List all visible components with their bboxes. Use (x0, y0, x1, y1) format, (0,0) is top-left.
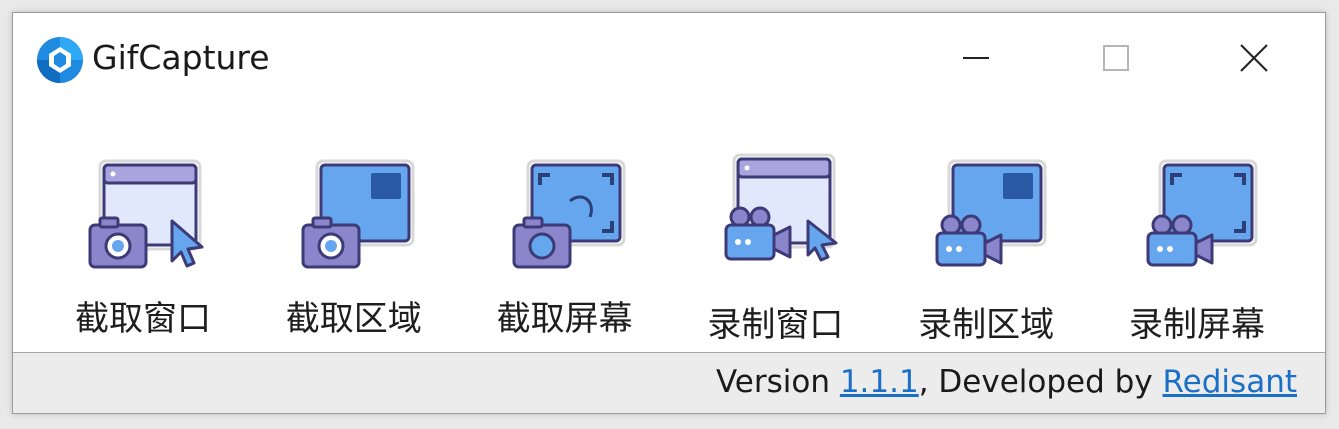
maximize-button[interactable] (1071, 23, 1161, 93)
gifcapture-logo-icon (37, 37, 83, 83)
maximize-icon (1103, 45, 1129, 71)
record-window-button[interactable]: 录制窗口 (685, 151, 865, 351)
minimize-button[interactable] (931, 23, 1021, 93)
capture-screen-button[interactable]: 截取屏幕 (475, 151, 655, 351)
capture-screen-icon (512, 159, 626, 269)
capture-window-icon (88, 159, 204, 269)
tool-label: 录制区域 (918, 305, 1055, 345)
close-icon (1240, 44, 1268, 72)
developer-link[interactable]: Redisant (1163, 364, 1297, 400)
capture-region-icon (301, 159, 415, 269)
close-button[interactable] (1209, 23, 1299, 93)
capture-toolbar: 截取窗口 截取区域 截取屏幕 录制窗口 录制区域 录制屏幕 (53, 151, 1287, 351)
window-title: GifCapture (92, 38, 270, 77)
title-bar[interactable]: GifCapture (13, 13, 1325, 103)
status-bar: Version 1.1.1, Developed by Redisant (13, 352, 1325, 413)
record-region-icon (935, 159, 1047, 267)
version-info: Version 1.1.1, Developed by Redisant (716, 364, 1297, 400)
capture-window-button[interactable]: 截取窗口 (53, 151, 233, 351)
record-region-button[interactable]: 录制区域 (896, 151, 1076, 351)
tool-label: 截取区域 (285, 299, 422, 339)
minimize-icon (963, 57, 989, 59)
version-prefix: Version (715, 364, 840, 400)
app-window: GifCapture 截取窗口 截取区域 截取屏幕 录制窗口 录制区域 录制屏幕… (12, 12, 1326, 414)
record-screen-icon (1146, 159, 1258, 267)
record-window-icon (724, 153, 838, 262)
tool-label: 截取窗口 (75, 299, 211, 339)
tool-label: 录制屏幕 (1128, 305, 1265, 345)
record-screen-button[interactable]: 录制屏幕 (1107, 151, 1287, 351)
version-link[interactable]: 1.1.1 (840, 364, 919, 400)
tool-label: 录制窗口 (707, 305, 844, 345)
tool-label: 截取屏幕 (496, 299, 633, 339)
developed-by-text: , Developed by (918, 364, 1163, 400)
capture-region-button[interactable]: 截取区域 (264, 151, 444, 351)
